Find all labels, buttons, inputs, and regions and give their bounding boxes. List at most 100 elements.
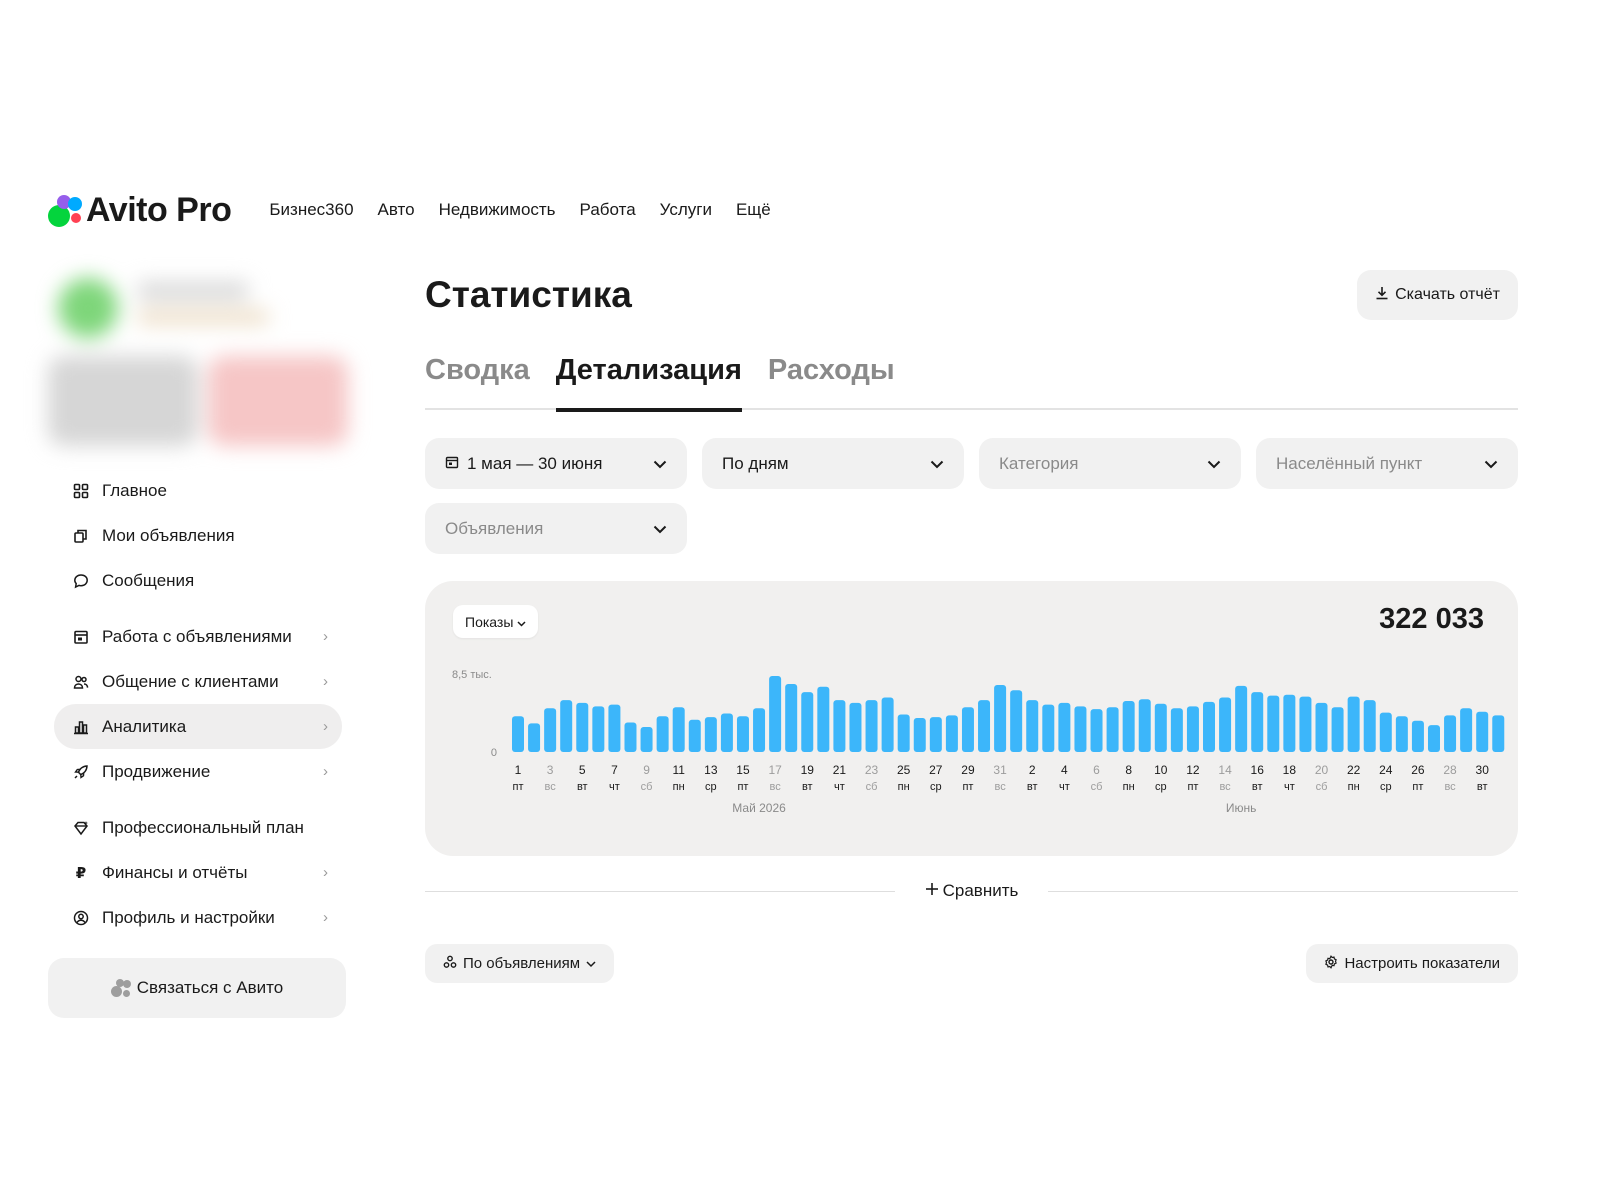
chart-bar (1010, 690, 1023, 752)
chart-bar (1460, 708, 1473, 752)
users-icon (72, 673, 90, 691)
user-circle-icon (72, 909, 90, 927)
ads-select[interactable]: Объявления (425, 503, 687, 554)
nav-item-biznes360[interactable]: Бизнес360 (269, 200, 353, 220)
avito-pro-logo[interactable]: Avito Pro (48, 191, 232, 230)
chevron-down-icon (653, 456, 667, 472)
x-axis-weekday-label: сб (866, 781, 878, 793)
metric-select[interactable]: Показы (453, 605, 539, 638)
chevron-right-icon: › (323, 673, 328, 690)
nav-item-uslugi[interactable]: Услуги (660, 200, 712, 220)
x-axis-weekday-label: вт (1477, 781, 1488, 793)
avito-dots-icon (110, 978, 131, 998)
chart-bar (1251, 692, 1264, 752)
sidebar-item-glavnoe[interactable]: Главное (54, 468, 342, 513)
chart-bar (1379, 712, 1392, 752)
sidebar-item-obshchenie-s-klientami[interactable]: Общение с клиентами › (54, 659, 342, 704)
x-axis-weekday-label: ср (705, 781, 717, 793)
x-axis-weekday-label: вс (545, 781, 557, 793)
by-ads-label: По объявлениям (463, 955, 581, 972)
x-axis-day-label: 19 (801, 763, 815, 777)
chart-bar (1170, 708, 1183, 752)
sidebar-item-professionalnyy-plan[interactable]: Профессиональный план (54, 805, 342, 850)
x-axis-weekday-label: пт (1412, 781, 1423, 793)
nav-item-rabota[interactable]: Работа (580, 200, 636, 220)
compare-row: Сравнить (425, 876, 1518, 906)
x-axis-weekday-label: пн (673, 781, 685, 793)
category-select[interactable]: Категория (979, 438, 1241, 489)
x-axis-day-label: 24 (1379, 763, 1393, 777)
sidebar-item-soobshcheniya[interactable]: Сообщения (54, 558, 342, 603)
x-axis-day-label: 29 (961, 763, 975, 777)
sidebar-item-prodvizhenie[interactable]: Продвижение › (54, 749, 342, 794)
nav-item-avto[interactable]: Авто (378, 200, 415, 220)
x-axis-weekday-label: ср (1380, 781, 1392, 793)
date-range-select[interactable]: 1 мая — 30 июня (425, 438, 687, 489)
x-axis-weekday-label: пн (898, 781, 910, 793)
nav-item-eshche[interactable]: Ещё (736, 200, 771, 220)
by-ads-select[interactable]: По объявлениям (425, 944, 615, 983)
x-axis-weekday-label: сб (641, 781, 653, 793)
chart-bar (528, 723, 541, 752)
x-axis-weekday-label: вт (1252, 781, 1263, 793)
sidebar-item-profil-i-nastroyki[interactable]: Профиль и настройки › (54, 895, 342, 940)
sidebar-item-label: Сообщения (102, 570, 195, 590)
chevron-down-icon (517, 614, 526, 630)
chart-bar (624, 722, 637, 752)
chevron-down-icon (1207, 456, 1221, 472)
x-axis-day-label: 7 (611, 763, 618, 777)
calendar-icon (72, 628, 90, 646)
divider-left (425, 891, 895, 892)
chevron-down-icon (1484, 456, 1498, 472)
sidebar-item-moi-obyavleniya[interactable]: Мои объявления (54, 513, 342, 558)
x-axis-weekday-label: сб (1091, 781, 1103, 793)
ads-placeholder: Объявления (445, 518, 544, 538)
compare-button[interactable]: Сравнить (902, 881, 1041, 901)
chart-bar (1395, 716, 1408, 752)
x-axis-day-label: 15 (736, 763, 750, 777)
chart-bar (1106, 707, 1119, 752)
location-select[interactable]: Населённый пункт (1256, 438, 1518, 489)
chart-bar (1203, 701, 1216, 752)
chevron-down-icon (586, 955, 596, 972)
chart-bar (1154, 703, 1167, 752)
impressions-bar-chart: 8,5 тыс. 0 1 пт 3 вс 5 вт 7 чт 9 сб 11 пн 13 ср 15 пт 17 вс… (452, 669, 1505, 815)
x-axis-day-label: 1 (515, 763, 522, 777)
download-report-button[interactable]: Скачать отчёт (1357, 270, 1518, 320)
chart-bar (608, 704, 621, 752)
contact-avito-button[interactable]: Связаться с Авито (48, 958, 346, 1018)
x-axis-day-label: 9 (643, 763, 650, 777)
chart-bar (1299, 696, 1312, 752)
x-axis-month-label: Июнь (1226, 801, 1257, 815)
x-axis-weekday-label: пт (737, 781, 748, 793)
x-axis-weekday-label: пн (1123, 781, 1135, 793)
chart-bar (1476, 711, 1489, 752)
chart-bar (1411, 720, 1424, 752)
x-axis-day-label: 31 (993, 763, 1007, 777)
tab-svodka[interactable]: Сводка (425, 348, 530, 410)
grouping-select[interactable]: По дням (702, 438, 964, 489)
chart-bar (1186, 706, 1199, 752)
sidebar-item-finansy-i-otchety[interactable]: ₽ Финансы и отчёты › (54, 850, 342, 895)
compare-label: Сравнить (942, 881, 1019, 900)
contact-avito-label: Связаться с Авито (136, 978, 284, 997)
chart-bar (560, 700, 573, 752)
chart-bar (1122, 701, 1135, 752)
x-axis-day-label: 13 (704, 763, 718, 777)
chevron-down-icon (653, 521, 667, 537)
chart-bar (736, 716, 749, 752)
tab-raskhody[interactable]: Расходы (768, 348, 895, 410)
chart-bar (1283, 694, 1296, 752)
chart-bar (1363, 700, 1376, 752)
tab-detalizatsiya[interactable]: Детализация (555, 348, 742, 412)
y-axis-zero-label: 0 (491, 747, 497, 759)
chart-bar (769, 676, 782, 752)
nav-item-nedvizhimost[interactable]: Недвижимость (439, 200, 556, 220)
x-axis-weekday-label: пт (1187, 781, 1198, 793)
chart-bar (849, 702, 862, 752)
sidebar-item-label: Аналитика (102, 716, 187, 736)
sidebar-item-analitika[interactable]: Аналитика › (54, 704, 342, 749)
chart-bar (1427, 725, 1440, 752)
configure-metrics-button[interactable]: Настроить показатели (1306, 944, 1518, 983)
sidebar-item-rabota-s-obyavleniyami[interactable]: Работа с объявлениями › (54, 614, 342, 659)
